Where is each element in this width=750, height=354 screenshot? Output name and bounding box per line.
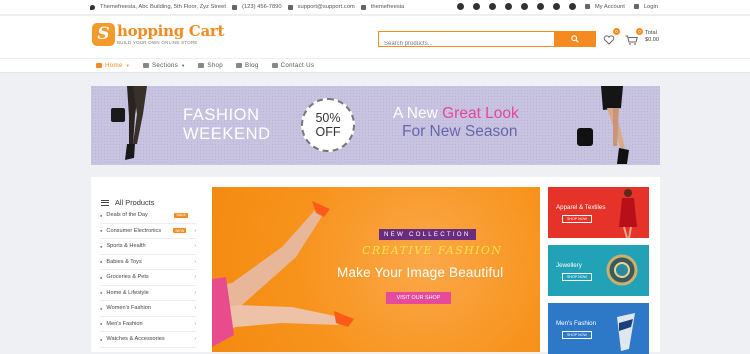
cart-button[interactable]: 0 bbox=[625, 28, 643, 45]
nav-item-contact[interactable]: Contact Us bbox=[271, 62, 315, 69]
heart-icon bbox=[603, 35, 615, 45]
site-header: S hopping Cart BUILD YOUR OWN ONLINE STO… bbox=[0, 16, 750, 58]
chevron-right-icon: › bbox=[194, 258, 196, 265]
phone-icon bbox=[231, 4, 237, 10]
chevron-right-icon: › bbox=[194, 320, 196, 327]
chevron-right-icon: › bbox=[194, 336, 196, 343]
youtube-icon[interactable] bbox=[520, 3, 528, 10]
chevron-right-icon: › bbox=[194, 289, 196, 296]
jewel-ring-image bbox=[606, 254, 638, 286]
envelope-icon bbox=[271, 63, 278, 68]
email[interactable]: support@support.com bbox=[287, 4, 355, 10]
cart-icon bbox=[198, 63, 205, 68]
cart-count-badge: 0 bbox=[636, 28, 643, 35]
list-icon bbox=[142, 63, 149, 68]
nav-item-shop[interactable]: Shop bbox=[198, 62, 223, 69]
category-consumer-electronics[interactable]: ● Consumer Electronics NEW › bbox=[100, 224, 196, 239]
category-womens-fashion[interactable]: ● Women's Fashion › bbox=[100, 301, 196, 317]
category-groceries-pets[interactable]: ● Groceries & Pets › bbox=[100, 270, 196, 286]
map-marker-icon bbox=[90, 4, 95, 10]
razor-image bbox=[617, 313, 635, 351]
shopping-bag-logo-icon: S bbox=[92, 23, 115, 46]
envelope-icon bbox=[287, 4, 293, 10]
chevron-right-icon: › bbox=[194, 274, 196, 281]
banner-headline: A New Great Look bbox=[393, 105, 519, 122]
hero-slider[interactable]: NEW COLLECTION CREATIVE FASHION Make You… bbox=[212, 187, 540, 352]
chevron-down-icon: ▼ bbox=[125, 63, 130, 68]
my-account-link[interactable]: My Account bbox=[584, 4, 625, 10]
menu-icon bbox=[101, 199, 109, 206]
main-navigation: Home ▼ Sections ▼ Shop Blog Contact Us bbox=[0, 58, 750, 73]
nav-item-sections[interactable]: Sections ▼ bbox=[142, 62, 186, 69]
search-form bbox=[378, 30, 596, 51]
category-home-lifestyle[interactable]: ● Home & Lifestyle › bbox=[100, 286, 196, 301]
all-products-heading[interactable]: All Products bbox=[91, 177, 203, 208]
new-collection-label: NEW COLLECTION bbox=[379, 229, 476, 240]
promo-apparel-textiles[interactable]: Apparel & Textiles SHOP NOW bbox=[548, 187, 649, 238]
model-with-handbag-image bbox=[577, 86, 629, 164]
linkedin-icon[interactable] bbox=[568, 3, 576, 10]
chevron-right-icon: › bbox=[194, 227, 196, 234]
flickr-icon[interactable] bbox=[552, 3, 560, 10]
top-bar: Themefreesia, Abc Building, 5th Floor, Z… bbox=[0, 0, 750, 15]
promo-jewellery[interactable]: Jewellery SHOP NOW bbox=[548, 245, 649, 296]
category-deals-of-the-day[interactable]: ● Deals of the Day SALE bbox=[100, 208, 196, 224]
login-link[interactable]: Login bbox=[633, 4, 658, 10]
phone[interactable]: (123) 456-7890 bbox=[231, 4, 282, 10]
banner-subheadline: For New Season bbox=[402, 123, 518, 140]
creative-fashion-title: CREATIVE FASHION bbox=[362, 244, 503, 257]
skype-icon bbox=[360, 4, 366, 10]
hero-subtitle: Make Your Image Beautiful bbox=[337, 265, 504, 280]
instagram-icon[interactable] bbox=[536, 3, 544, 10]
lock-icon bbox=[633, 4, 639, 9]
fashion-weekend-banner[interactable]: FASHION WEEKEND 50% OFF A New Great Look… bbox=[91, 86, 660, 165]
nav-item-blog[interactable]: Blog bbox=[236, 62, 259, 69]
main-content: All Products ● Deals of the Day SALE ● Cons… bbox=[91, 177, 660, 354]
newspaper-icon bbox=[236, 63, 243, 68]
category-sidebar: All Products ● Deals of the Day SALE ● Cons… bbox=[91, 177, 203, 348]
shop-now-button[interactable]: SHOP NOW bbox=[562, 273, 592, 281]
pinterest-icon[interactable] bbox=[504, 3, 512, 10]
category-sports-health[interactable]: ● Sports & Health › bbox=[100, 239, 196, 255]
visit-shop-button[interactable]: VISIT OUR SHOP bbox=[386, 292, 451, 304]
user-icon bbox=[584, 4, 590, 9]
cart-icon bbox=[625, 35, 638, 45]
sale-badge: SALE bbox=[174, 212, 188, 218]
chevron-right-icon: › bbox=[194, 305, 196, 312]
site-tagline: BUILD YOUR OWN ONLINE STORE bbox=[117, 40, 198, 45]
shop-now-button[interactable]: SHOP NOW bbox=[562, 331, 592, 339]
promo-mens-fashion[interactable]: Men's Fashion SHOP NOW bbox=[548, 303, 649, 354]
twitter-icon[interactable] bbox=[472, 3, 480, 10]
site-title: hopping Cart bbox=[117, 22, 225, 40]
model-legs-image bbox=[111, 86, 147, 160]
search-button[interactable] bbox=[554, 30, 596, 47]
search-icon bbox=[571, 34, 579, 43]
skype[interactable]: themefreesia bbox=[360, 4, 404, 10]
search-input[interactable] bbox=[379, 37, 554, 51]
category-watches-accessories[interactable]: ● Watches & Accessories › bbox=[100, 332, 196, 348]
google-plus-icon[interactable] bbox=[488, 3, 496, 10]
wishlist-button[interactable]: 0 bbox=[603, 28, 620, 45]
home-icon bbox=[96, 63, 102, 68]
facebook-icon[interactable] bbox=[456, 3, 464, 10]
nav-item-home[interactable]: Home ▼ bbox=[96, 62, 130, 69]
category-babies-toys[interactable]: ● Babies & Toys › bbox=[100, 255, 196, 270]
wishlist-count-badge: 0 bbox=[613, 28, 620, 35]
new-badge: NEW bbox=[173, 228, 187, 234]
address: Themefreesia, Abc Building, 5th Floor, Z… bbox=[90, 4, 226, 10]
chevron-down-icon: ▼ bbox=[181, 63, 186, 68]
model-red-dress-image bbox=[619, 189, 637, 238]
site-logo[interactable]: S hopping Cart BUILD YOUR OWN ONLINE STO… bbox=[92, 23, 224, 46]
category-mens-fashion[interactable]: ● Men's Fashion › bbox=[100, 317, 196, 332]
fashion-weekend-title: FASHION WEEKEND bbox=[183, 106, 271, 143]
cart-total[interactable]: Total $0.00 bbox=[645, 30, 659, 44]
discount-badge: 50% OFF bbox=[301, 98, 355, 152]
shop-now-button[interactable]: SHOP NOW bbox=[562, 215, 592, 223]
chevron-right-icon: › bbox=[194, 243, 196, 250]
